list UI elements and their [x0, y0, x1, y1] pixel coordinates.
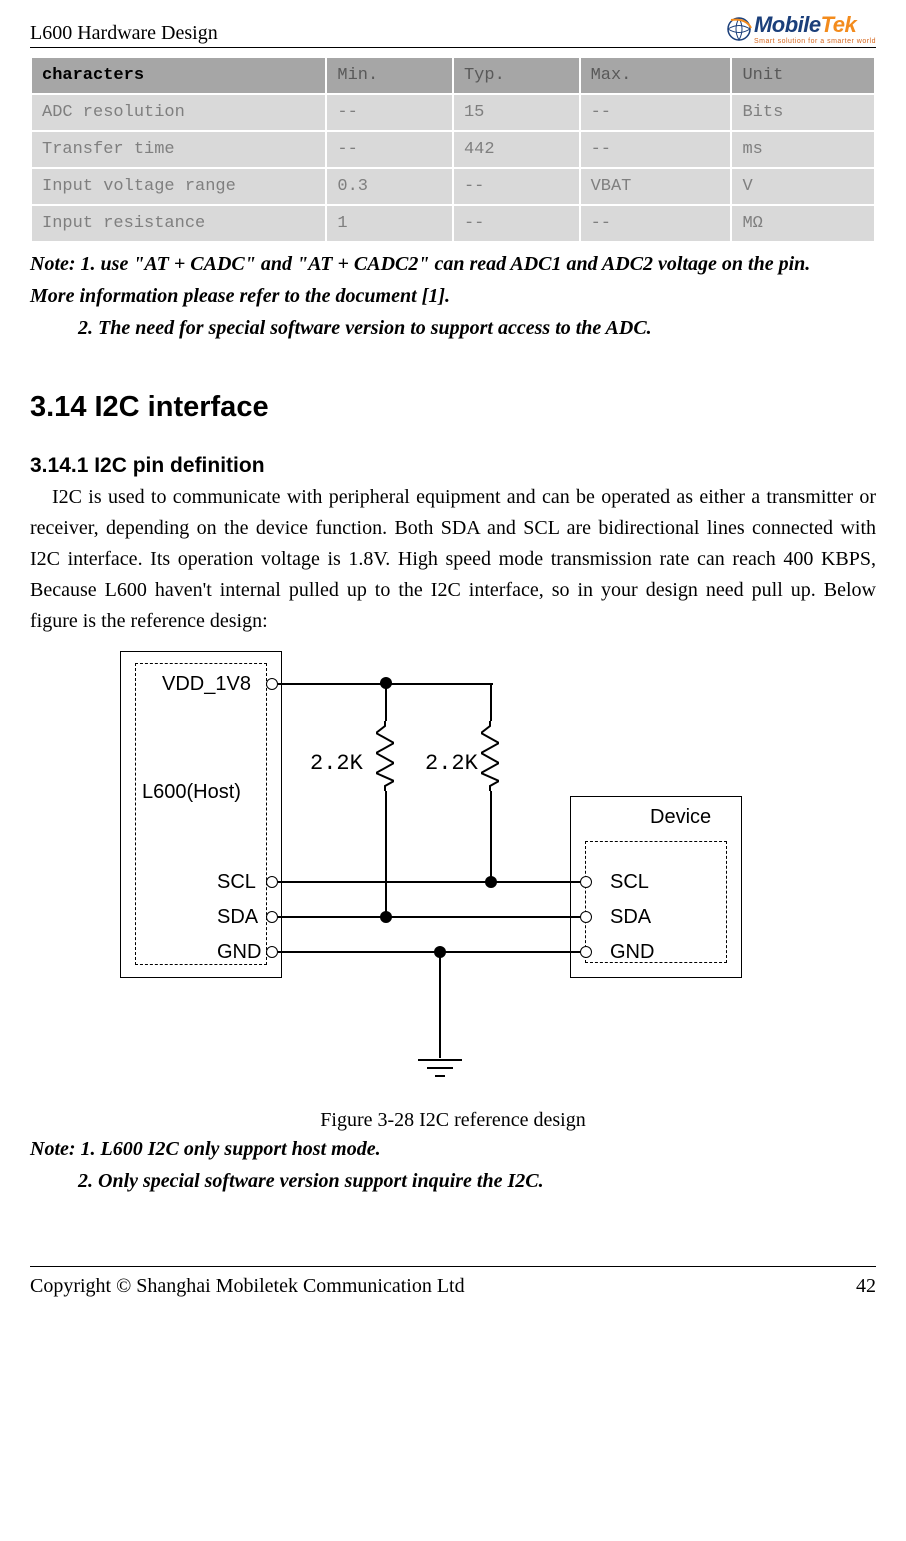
page-footer: Copyright © Shanghai Mobiletek Communica… — [30, 1266, 876, 1298]
col-characters: characters — [31, 57, 326, 94]
table-header-row: characters Min. Typ. Max. Unit — [31, 57, 875, 94]
page-header: L600 Hardware Design MobileTek Smart sol… — [30, 12, 876, 48]
col-typ: Typ. — [453, 57, 580, 94]
host-gnd-label: GND — [217, 941, 261, 964]
figure-caption: Figure 3-28 I2C reference design — [30, 1109, 876, 1132]
host-label: L600(Host) — [142, 781, 241, 804]
note-adc-1: Note: 1. use "AT + CADC" and "AT + CADC2… — [30, 249, 876, 279]
table-row: Input resistance 1 -- -- MΩ — [31, 205, 875, 242]
dev-scl-label: SCL — [610, 871, 649, 894]
pin-icon — [580, 946, 592, 958]
device-dashed — [585, 841, 727, 963]
logo-tagline: Smart solution for a smarter world — [754, 38, 876, 45]
note-i2c-1: Note: 1. L600 I2C only support host mode… — [30, 1134, 876, 1164]
host-scl-label: SCL — [217, 871, 256, 894]
pin-icon — [266, 876, 278, 888]
r1-label: 2.2K — [310, 751, 363, 776]
resistor-icon — [376, 721, 394, 791]
host-sda-label: SDA — [217, 906, 258, 929]
wire — [385, 685, 387, 721]
r2-label: 2.2K — [425, 751, 478, 776]
col-unit: Unit — [731, 57, 875, 94]
vdd-label: VDD_1V8 — [162, 673, 251, 696]
table-row: Transfer time -- 442 -- ms — [31, 131, 875, 168]
note-adc-2: More information please refer to the doc… — [30, 281, 876, 311]
note-adc-3: 2. The need for special software version… — [78, 313, 876, 343]
dev-sda-label: SDA — [610, 906, 651, 929]
footer-left: Copyright © Shanghai Mobiletek Communica… — [30, 1275, 465, 1298]
ground-icon — [418, 1058, 462, 1080]
logo: MobileTek Smart solution for a smarter w… — [726, 12, 876, 45]
footer-page-number: 42 — [856, 1275, 876, 1298]
i2c-reference-diagram: VDD_1V8 L600(Host) Device SCL SDA GND SC… — [120, 651, 740, 1101]
device-label: Device — [650, 806, 711, 829]
wire — [278, 881, 580, 883]
resistor-icon — [481, 721, 499, 791]
pin-icon — [580, 911, 592, 923]
table-row: ADC resolution -- 15 -- Bits — [31, 94, 875, 131]
wire — [278, 951, 580, 953]
pin-icon — [580, 876, 592, 888]
globe-icon — [726, 16, 754, 42]
heading-3-14-1: 3.14.1 I2C pin definition — [30, 454, 876, 478]
table-row: Input voltage range 0.3 -- VBAT V — [31, 168, 875, 205]
note-i2c-2: 2. Only special software version support… — [78, 1166, 876, 1196]
pin-icon — [266, 678, 278, 690]
col-min: Min. — [326, 57, 453, 94]
wire — [490, 791, 492, 882]
header-title: L600 Hardware Design — [30, 22, 218, 45]
col-max: Max. — [580, 57, 732, 94]
pin-icon — [266, 946, 278, 958]
adc-spec-table: characters Min. Typ. Max. Unit ADC resol… — [30, 56, 876, 243]
logo-text: MobileTek — [754, 12, 876, 38]
i2c-description: I2C is used to communicate with peripher… — [30, 482, 876, 637]
node-icon — [485, 876, 497, 888]
wire — [490, 683, 492, 721]
pin-icon — [266, 911, 278, 923]
node-icon — [380, 911, 392, 923]
wire — [439, 953, 441, 1058]
wire — [385, 791, 387, 917]
wire — [278, 916, 580, 918]
heading-3-14: 3.14 I2C interface — [30, 391, 876, 424]
dev-gnd-label: GND — [610, 941, 654, 964]
